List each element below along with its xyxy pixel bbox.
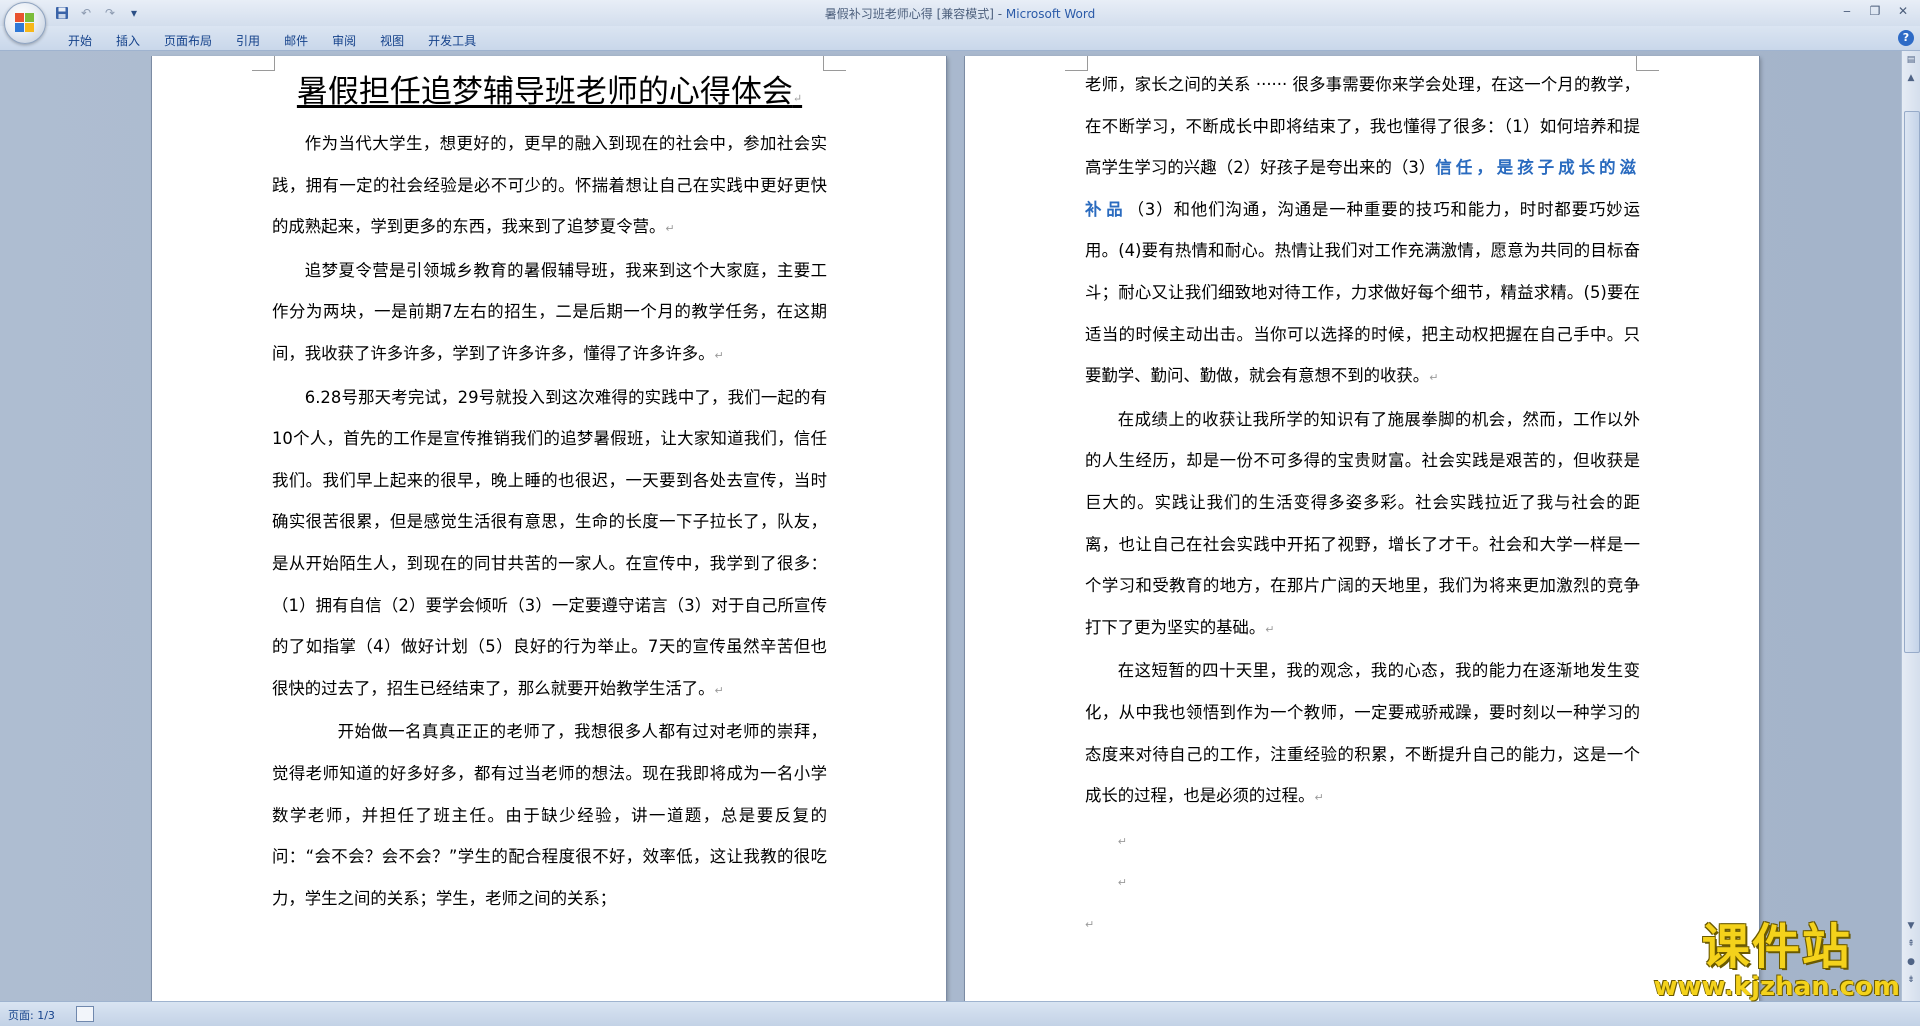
title-bar: ↶ ↷ ▾ 暑假补习班老师心得 [兼容模式] - Microsoft Word … (0, 0, 1920, 26)
paragraph-mark: ↵ (1117, 834, 1128, 848)
empty-paragraph: ↵ (1085, 819, 1640, 861)
ribbon-tab-bar: 开始 插入 页面布局 引用 邮件 审阅 视图 开发工具 ? (0, 26, 1920, 51)
document-title: 暑假担任追梦辅导班老师的心得体会↵ (272, 70, 827, 121)
paragraph-text: 追梦夏令营是引领城乡教育的暑假辅导班，我来到这个大家庭，主要工作分为两块，一是前… (272, 260, 827, 363)
paragraph-mark: ↵ (714, 348, 724, 362)
paragraph-mark: ↵ (665, 222, 675, 236)
paragraph: 6.28号那天考完试，29号就投入到这次难得的实践中了，我们一起的有10个人，首… (272, 377, 827, 712)
paragraph-mark: ↵ (1265, 622, 1275, 636)
paragraph-mark: ↵ (1314, 791, 1324, 805)
tab-page-layout[interactable]: 页面布局 (152, 30, 224, 51)
office-button[interactable] (4, 2, 46, 44)
window-controls: ‒ ❐ ✕ (1834, 2, 1916, 20)
ribbon-tabs: 开始 插入 页面布局 引用 邮件 审阅 视图 开发工具 (56, 30, 488, 51)
paragraph-text: 在这短暂的四十天里，我的观念，我的心态，我的能力在逐渐地发生变化，从中我也领悟到… (1085, 661, 1640, 806)
minimize-button[interactable]: ‒ (1834, 2, 1860, 20)
paragraph-text: 6.28号那天考完试，29号就投入到这次难得的实践中了，我们一起的有10个人，首… (272, 387, 827, 698)
paragraph-text: （3）和他们沟通，沟通是一种重要的技巧和能力，时时都要巧妙运用。(4)要有热情和… (1085, 199, 1640, 386)
paragraph: 在这短暂的四十天里，我的观念，我的心态，我的能力在逐渐地发生变化，从中我也领悟到… (1085, 650, 1640, 818)
paragraph-text: 作为当代大学生，想更好的，更早的融入到现在的社会中，参加社会实践，拥有一定的社会… (272, 134, 827, 237)
paragraph: 作为当代大学生，想更好的，更早的融入到现在的社会中，参加社会实践，拥有一定的社会… (272, 123, 827, 250)
close-button[interactable]: ✕ (1890, 2, 1916, 20)
watermark-name: 课件站 (1701, 919, 1852, 975)
next-page-icon[interactable]: ⇟ (1904, 973, 1918, 987)
crop-mark (823, 56, 846, 71)
paragraph-text: 在成绩上的收获让我所学的知识有了施展拳脚的机会，然而，工作以外的人生经历，却是一… (1085, 409, 1640, 637)
page-left[interactable]: 暑假担任追梦辅导班老师的心得体会↵ 作为当代大学生，想更好的，更早的融入到现在的… (152, 56, 946, 1001)
paragraph-mark: ↵ (792, 92, 803, 105)
paragraph-mark: ↵ (1117, 876, 1128, 890)
tab-references[interactable]: 引用 (224, 30, 272, 51)
tab-mailings[interactable]: 邮件 (272, 30, 320, 51)
tab-review[interactable]: 审阅 (320, 30, 368, 51)
page-right[interactable]: 老师，家长之间的关系 ······ 很多事需要你来学会处理，在这一个月的教学，在… (965, 56, 1759, 1001)
previous-page-icon[interactable]: ⇞ (1904, 937, 1918, 951)
tab-insert[interactable]: 插入 (104, 30, 152, 51)
paragraph-mark: ↵ (714, 683, 724, 697)
page-indicator[interactable]: 页面: 1/3 (8, 1007, 55, 1023)
page-content: 老师，家长之间的关系 ······ 很多事需要你来学会处理，在这一个月的教学，在… (1085, 64, 1640, 943)
paragraph: 在成绩上的收获让我所学的知识有了施展拳脚的机会，然而，工作以外的人生经历，却是一… (1085, 399, 1640, 651)
select-browse-object-icon[interactable]: ● (1904, 955, 1918, 969)
maximize-button[interactable]: ❐ (1862, 2, 1888, 20)
paragraph: 开始做一名真真正正的老师了，我想很多人都有过对老师的崇拜，觉得老师知道的好多好多… (272, 711, 827, 919)
paragraph-mark: ↵ (1085, 917, 1095, 931)
scroll-up-icon[interactable]: ▲ (1904, 71, 1918, 85)
scrollbar-thumb[interactable] (1904, 111, 1920, 653)
vertical-scrollbar[interactable]: ▤ ▲ ▼ ⇞ ● ⇟ (1901, 51, 1920, 1001)
page-content: 暑假担任追梦辅导班老师的心得体会↵ 作为当代大学生，想更好的，更早的融入到现在的… (272, 70, 827, 919)
window-title: 暑假补习班老师心得 [兼容模式] - Microsoft Word (0, 5, 1920, 22)
document-area: 暑假担任追梦辅导班老师的心得体会↵ 作为当代大学生，想更好的，更早的融入到现在的… (0, 51, 1901, 1001)
paragraph-mark: ↵ (1429, 371, 1439, 385)
tab-home[interactable]: 开始 (56, 30, 104, 51)
document-name: 暑假补习班老师心得 [兼容模式] - (824, 7, 1006, 21)
proofing-status-icon[interactable] (76, 1006, 94, 1022)
tab-developer[interactable]: 开发工具 (416, 30, 488, 51)
scroll-down-icon[interactable]: ▼ (1904, 919, 1918, 933)
crop-mark (252, 56, 275, 71)
help-button[interactable]: ? (1898, 30, 1914, 46)
watermark: 课件站 www.kjzhan.com (1654, 921, 1900, 1001)
paragraph: 追梦夏令营是引领城乡教育的暑假辅导班，我来到这个大家庭，主要工作分为两块，一是前… (272, 250, 827, 377)
watermark-url: www.kjzhan.com (1653, 972, 1900, 1002)
status-bar: 页面: 1/3 (0, 1001, 1920, 1026)
office-logo-icon (15, 13, 35, 33)
tab-view[interactable]: 视图 (368, 30, 416, 51)
app-name: Microsoft Word (1005, 7, 1096, 21)
ruler-toggle-icon[interactable]: ▤ (1904, 53, 1918, 67)
empty-paragraph: ↵ (1085, 860, 1640, 902)
paragraph: 老师，家长之间的关系 ······ 很多事需要你来学会处理，在这一个月的教学，在… (1085, 64, 1640, 399)
document-title-text: 暑假担任追梦辅导班老师的心得体会 (296, 74, 793, 110)
empty-paragraph: ↵ (1085, 902, 1640, 944)
paragraph-text: 开始做一名真真正正的老师了，我想很多人都有过对老师的崇拜，觉得老师知道的好多好多… (272, 722, 827, 908)
